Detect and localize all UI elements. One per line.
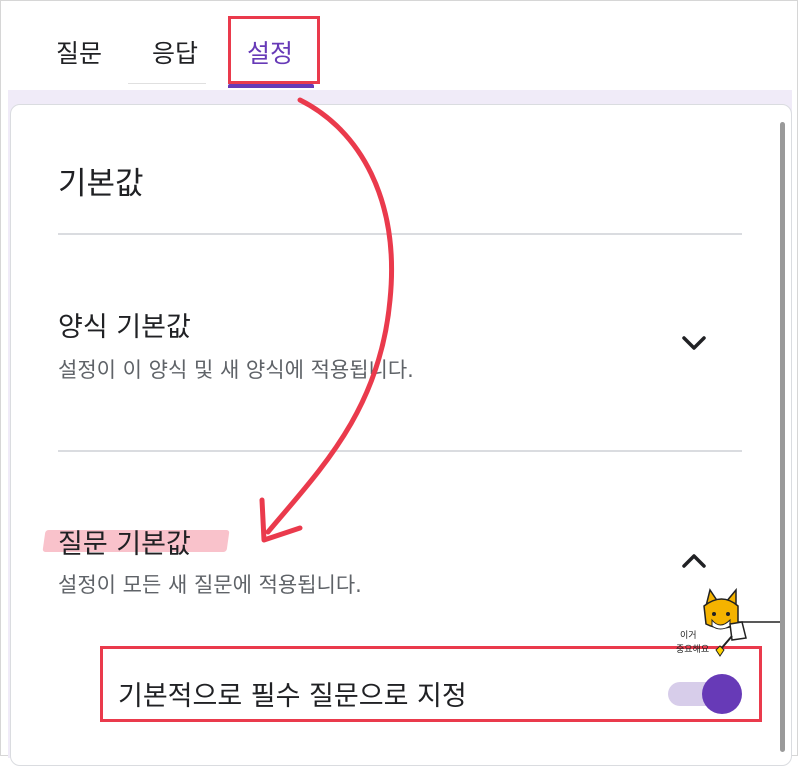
annotation-box-toggle bbox=[100, 646, 762, 722]
tab-responses[interactable]: 응답 bbox=[152, 34, 198, 70]
scrollbar[interactable] bbox=[780, 122, 785, 752]
sticker-text-line1: 이거 bbox=[680, 631, 697, 641]
tab-divider bbox=[128, 83, 206, 84]
form-defaults-title[interactable]: 양식 기본값 bbox=[58, 305, 191, 344]
active-tab-indicator bbox=[228, 84, 314, 88]
question-defaults-description: 설정이 모든 새 질문에 적용됩니다. bbox=[58, 573, 362, 597]
annotation-box-settings-tab bbox=[228, 16, 320, 84]
question-defaults-title[interactable]: 질문 기본값 bbox=[58, 522, 191, 561]
chevron-up-icon[interactable] bbox=[674, 540, 714, 580]
divider bbox=[58, 233, 742, 235]
fox-mascot-icon: 이거 중요해요 bbox=[676, 586, 780, 666]
sticker-text-line2: 중요해요 bbox=[676, 645, 710, 655]
divider bbox=[58, 450, 742, 452]
section-title: 기본값 bbox=[58, 166, 144, 202]
form-defaults-description: 설정이 이 양식 및 새 양식에 적용됩니다. bbox=[58, 358, 414, 382]
chevron-down-icon[interactable] bbox=[674, 322, 714, 362]
tab-questions[interactable]: 질문 bbox=[56, 34, 102, 70]
